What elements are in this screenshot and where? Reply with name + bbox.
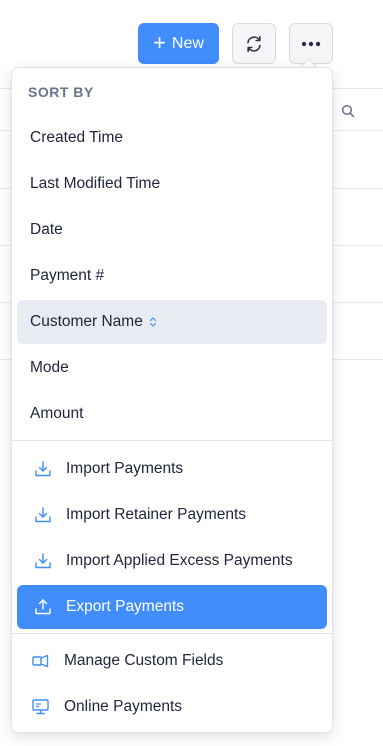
menu-item-label: Manage Custom Fields [64, 652, 224, 669]
menu-item-label: Amount [30, 405, 84, 422]
menu-item-label: Customer Name [30, 313, 143, 330]
menu-divider [12, 633, 332, 634]
sort-amount[interactable]: Amount [17, 392, 327, 436]
import-applied-excess-payments-item[interactable]: Import Applied Excess Payments [17, 539, 327, 583]
manage-custom-fields-item[interactable]: Manage Custom Fields [17, 639, 327, 683]
monitor-icon [31, 697, 51, 717]
custom-fields-icon [31, 651, 51, 671]
search-icon[interactable] [341, 104, 355, 118]
sort-last-modified-time[interactable]: Last Modified Time [17, 162, 327, 206]
new-button[interactable]: + New [138, 23, 219, 64]
sort-mode[interactable]: Mode [17, 346, 327, 390]
refresh-icon [247, 35, 261, 52]
export-payments-item[interactable]: Export Payments [17, 585, 327, 629]
menu-divider [12, 440, 332, 441]
menu-item-label: Export Payments [66, 598, 185, 615]
menu-item-label: Date [30, 221, 63, 238]
menu-item-label: Import Retainer Payments [66, 506, 247, 523]
sort-customer-name[interactable]: Customer Name [17, 300, 327, 344]
download-icon [33, 459, 53, 479]
menu-item-label: Import Applied Excess Payments [66, 552, 293, 569]
menu-item-label: Online Payments [64, 698, 183, 715]
download-icon [33, 551, 53, 571]
sort-arrows-icon [149, 316, 157, 328]
import-payments-item[interactable]: Import Payments [17, 447, 327, 491]
sort-payment-number[interactable]: Payment # [17, 254, 327, 298]
sort-created-time[interactable]: Created Time [17, 116, 327, 160]
sort-by-title: SORT BY [28, 84, 94, 100]
more-options-button[interactable] [289, 23, 333, 64]
plus-icon: + [153, 29, 166, 55]
more-options-menu: SORT BY Created Time Last Modified Time … [11, 67, 333, 733]
menu-item-label: Import Payments [66, 460, 184, 477]
new-button-label: New [171, 34, 204, 52]
online-payments-item[interactable]: Online Payments [17, 685, 327, 729]
menu-item-label: Payment # [30, 267, 105, 284]
refresh-button[interactable] [232, 23, 276, 64]
import-retainer-payments-item[interactable]: Import Retainer Payments [17, 493, 327, 537]
menu-item-label: Last Modified Time [30, 175, 161, 192]
menu-item-label: Created Time [30, 129, 124, 146]
sort-date[interactable]: Date [17, 208, 327, 252]
upload-icon [33, 597, 53, 617]
more-icon [301, 41, 321, 46]
download-icon [33, 505, 53, 525]
menu-item-label: Mode [30, 359, 69, 376]
